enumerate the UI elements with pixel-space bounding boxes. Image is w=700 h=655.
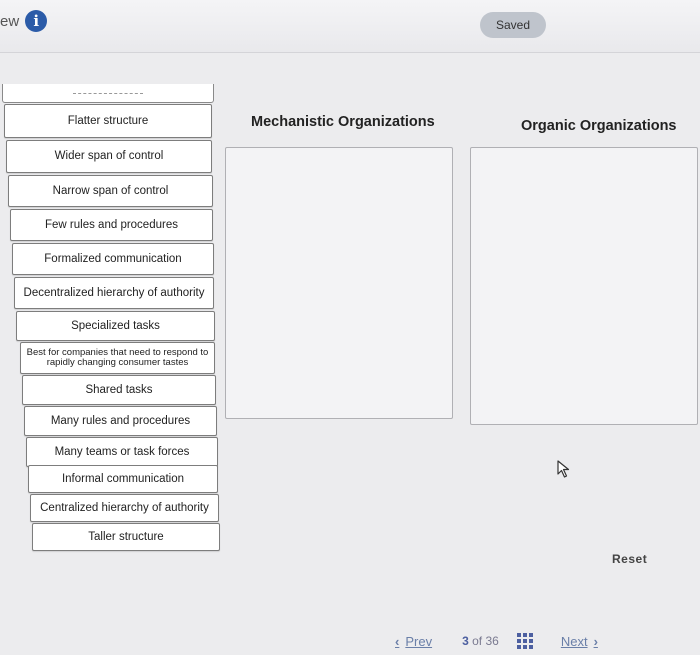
bank-scroll-edge — [2, 84, 214, 103]
next-label: Next — [560, 633, 588, 649]
draggable-item[interactable]: Taller structure — [32, 523, 220, 551]
chevron-right-icon: › — [593, 633, 598, 649]
info-icon[interactable]: i — [25, 10, 48, 32]
grid-icon[interactable] — [516, 633, 533, 649]
mechanistic-column-title: Mechanistic Organizations — [251, 114, 435, 130]
reset-button[interactable]: Reset — [612, 552, 647, 566]
bottom-pager: ‹ Prev 3 of 36 Next › — [395, 630, 598, 652]
draggable-item[interactable]: Decentralized hierarchy of authority — [14, 277, 214, 309]
draggable-item[interactable]: Narrow span of control — [8, 175, 213, 207]
prev-label: Prev — [405, 633, 433, 649]
page-counter: 3 of 36 — [462, 634, 499, 648]
next-button[interactable]: Next › — [561, 634, 598, 649]
header-fragment: ew — [0, 12, 20, 30]
mouse-pointer-icon — [557, 460, 570, 478]
top-bar: ew i Saved — [0, 0, 700, 53]
current-page: 3 — [462, 634, 469, 648]
draggable-item[interactable]: Flatter structure — [4, 104, 212, 138]
draggable-item[interactable]: Shared tasks — [22, 375, 216, 405]
mechanistic-drop-zone[interactable] — [225, 147, 453, 419]
draggable-item[interactable]: Few rules and procedures — [10, 209, 213, 241]
draggable-item[interactable]: Many teams or task forces — [26, 437, 218, 467]
draggable-item[interactable]: Formalized communication — [12, 243, 214, 275]
header-left: ew i — [0, 10, 48, 32]
draggable-item[interactable]: Centralized hierarchy of authority — [30, 494, 219, 522]
total-pages: 36 — [485, 634, 499, 648]
draggable-item[interactable]: Informal communication — [28, 465, 218, 493]
draggable-item[interactable]: Best for companies that need to respond … — [20, 342, 215, 374]
of-label: of — [472, 634, 483, 648]
prev-button[interactable]: ‹ Prev — [395, 634, 432, 649]
draggable-item[interactable]: Many rules and procedures — [24, 406, 217, 436]
saved-status-badge: Saved — [480, 12, 546, 38]
draggable-item[interactable]: Wider span of control — [6, 140, 212, 173]
organic-drop-zone[interactable] — [470, 147, 698, 425]
organic-column-title: Organic Organizations — [521, 118, 677, 134]
chevron-left-icon: ‹ — [395, 633, 400, 649]
draggable-item[interactable]: Specialized tasks — [16, 311, 215, 341]
